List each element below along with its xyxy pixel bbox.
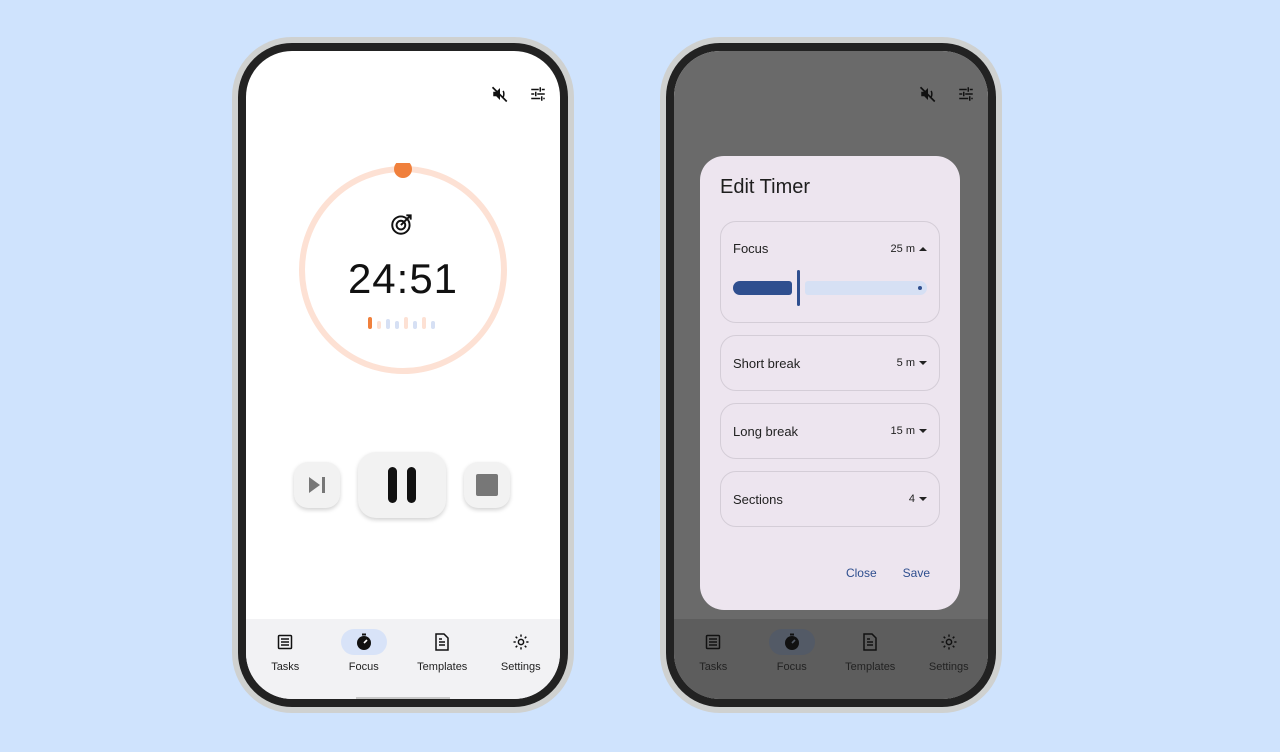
- section-dot: [413, 321, 417, 329]
- tune-icon[interactable]: [527, 83, 549, 105]
- volume-off-icon: [917, 83, 939, 105]
- slider-active-track: [733, 281, 792, 295]
- dialog-actions: Close Save: [846, 566, 930, 580]
- short-break-row[interactable]: Short break 5 m: [720, 335, 940, 391]
- nav-label: Templates: [417, 661, 468, 673]
- row-value[interactable]: 15 m: [891, 425, 927, 437]
- nav-item-templates[interactable]: Templates: [403, 619, 482, 699]
- close-button[interactable]: Close: [846, 566, 877, 580]
- nav-label: Settings: [928, 661, 969, 673]
- pause-button[interactable]: [358, 452, 446, 518]
- row-value[interactable]: 25 m: [891, 243, 927, 255]
- home-indicator[interactable]: [356, 697, 450, 699]
- section-dot: [422, 317, 426, 329]
- chevron-down-icon: [919, 497, 927, 501]
- nav-item-focus[interactable]: Focus: [325, 619, 404, 699]
- timer-ring: 24:51: [296, 163, 510, 377]
- document-icon: [419, 629, 465, 655]
- row-label: Sections: [733, 491, 783, 507]
- nav-label: Settings: [500, 661, 541, 673]
- nav-label: Templates: [845, 661, 896, 673]
- row-label: Short break: [733, 355, 801, 371]
- phone-left: 24:51 Tasks Focus Templates Settings: [232, 37, 574, 713]
- row-label: Focus: [733, 241, 769, 256]
- sections-row[interactable]: Sections 4: [720, 471, 940, 527]
- section-dot: [377, 321, 381, 329]
- tune-icon: [955, 83, 977, 105]
- dialog-title: Edit Timer: [720, 176, 811, 198]
- section-dot: [431, 321, 435, 329]
- section-dot: [404, 317, 408, 329]
- edit-timer-dialog: Edit Timer Focus 25 m Short break 5 m Lo…: [700, 156, 960, 610]
- section-indicator: [368, 315, 438, 329]
- sections-value: 4: [908, 493, 915, 505]
- gear-icon: [498, 629, 544, 655]
- nav-item-tasks: Tasks: [674, 619, 753, 699]
- document-icon: [847, 629, 893, 655]
- focus-duration-row[interactable]: Focus 25 m: [720, 221, 940, 323]
- progress-knob: [394, 163, 412, 178]
- nav-item-settings[interactable]: Settings: [482, 619, 561, 699]
- pause-icon: [388, 467, 416, 503]
- nav-item-focus: Focus: [753, 619, 832, 699]
- gear-icon: [926, 629, 972, 655]
- row-label: Long break: [733, 423, 799, 439]
- focus-value: 25 m: [890, 242, 915, 255]
- save-button[interactable]: Save: [903, 566, 930, 580]
- section-dot: [395, 321, 399, 329]
- edit-timer-screen: Tasks Focus Templates Settings Edit Time…: [674, 51, 988, 699]
- focus-slider[interactable]: [733, 268, 927, 308]
- row-value[interactable]: 5 m: [897, 357, 927, 369]
- long-break-row[interactable]: Long break 15 m: [720, 403, 940, 459]
- section-dot: [386, 319, 390, 329]
- dialog-scrim[interactable]: Tasks Focus Templates Settings Edit Time…: [674, 51, 988, 699]
- target-icon: [389, 211, 415, 237]
- nav-label: Tasks: [699, 661, 728, 673]
- nav-label: Focus: [776, 661, 807, 673]
- stop-button[interactable]: [464, 462, 510, 508]
- long-break-value: 15 m: [890, 425, 915, 437]
- list-icon: [262, 629, 308, 655]
- timer-icon: [768, 629, 815, 655]
- bottom-navigation: Tasks Focus Templates Settings: [246, 619, 560, 699]
- phone-bezel: 24:51 Tasks Focus Templates Settings: [238, 43, 568, 707]
- list-icon: [690, 629, 736, 655]
- timer-icon: [340, 629, 387, 655]
- skip-button[interactable]: [294, 462, 340, 508]
- focus-screen: 24:51 Tasks Focus Templates Settings: [246, 51, 560, 699]
- nav-label: Focus: [348, 661, 379, 673]
- volume-off-icon[interactable]: [489, 83, 511, 105]
- nav-item-templates: Templates: [831, 619, 910, 699]
- slider-inactive-track: [805, 281, 927, 295]
- slider-handle[interactable]: [797, 270, 800, 306]
- row-value[interactable]: 4: [909, 493, 927, 505]
- phone-right: Tasks Focus Templates Settings Edit Time…: [660, 37, 1002, 713]
- timer-display: 24:51: [347, 255, 459, 302]
- section-dot: [368, 317, 372, 329]
- nav-item-tasks[interactable]: Tasks: [246, 619, 325, 699]
- nav-item-settings: Settings: [910, 619, 989, 699]
- nav-label: Tasks: [271, 661, 300, 673]
- phone-bezel: Tasks Focus Templates Settings Edit Time…: [666, 43, 996, 707]
- stop-icon: [476, 474, 498, 496]
- bottom-navigation: Tasks Focus Templates Settings: [674, 619, 988, 699]
- chevron-down-icon: [919, 429, 927, 433]
- slider-stop-indicator: [918, 286, 922, 290]
- chevron-down-icon: [919, 361, 927, 365]
- short-break-value: 5 m: [896, 357, 915, 369]
- skip-next-icon: [309, 477, 325, 493]
- chevron-up-icon: [919, 246, 927, 251]
